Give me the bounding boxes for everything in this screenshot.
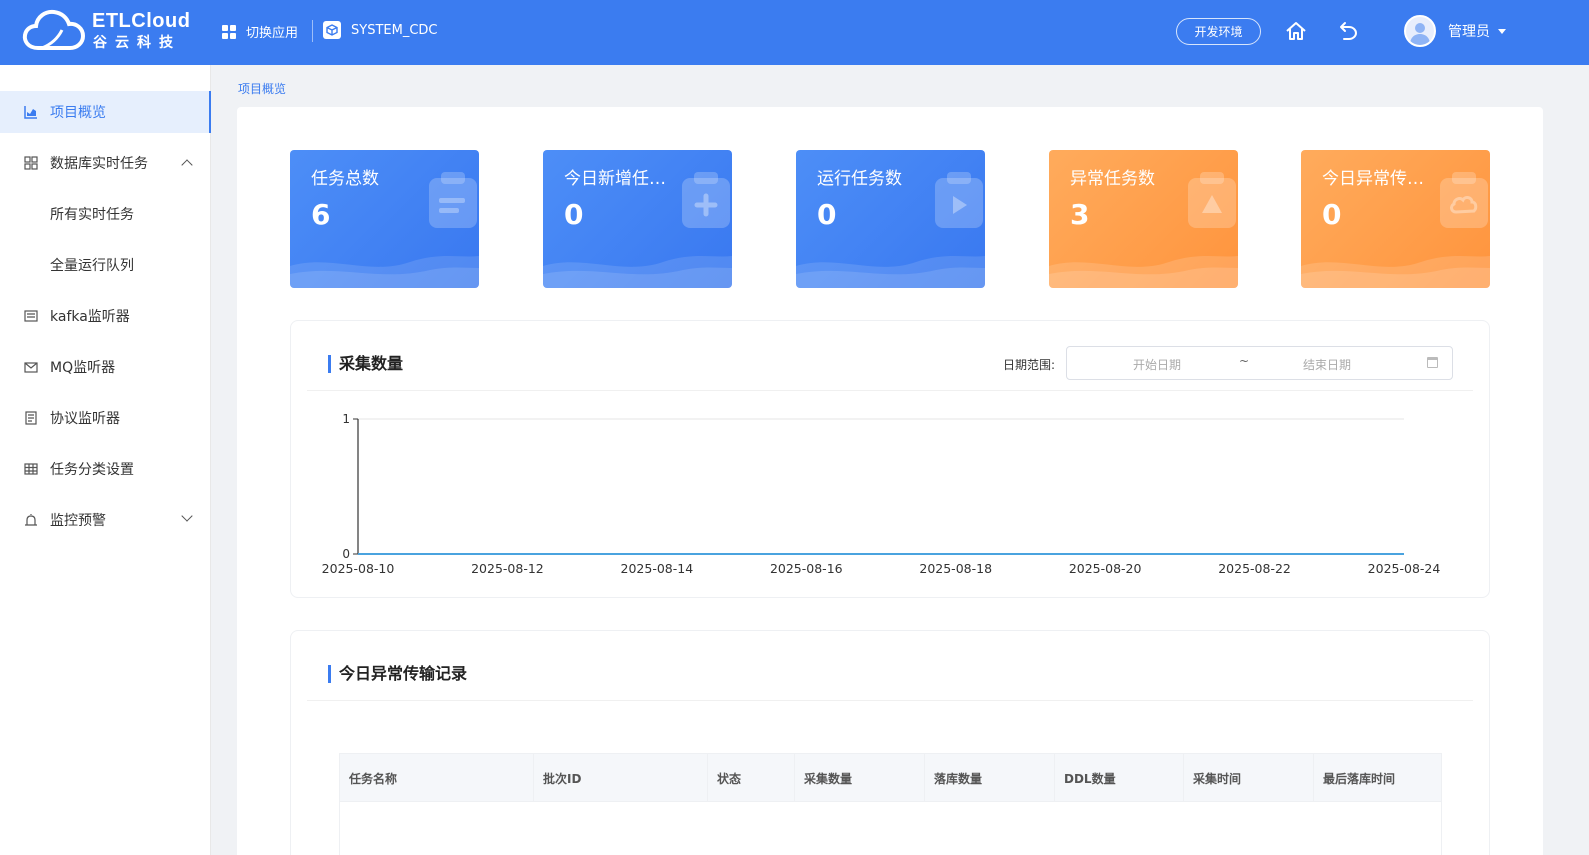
home-icon[interactable] (1285, 20, 1307, 46)
grid-icon (24, 156, 38, 170)
stat-card-total-tasks[interactable]: 任务总数 6 (290, 150, 479, 288)
sidebar-item-db-realtime[interactable]: 数据库实时任务 (0, 142, 211, 184)
cloud-logo-icon (22, 9, 86, 50)
card-value: 0 (817, 198, 837, 231)
section-divider (307, 390, 1473, 391)
sidebar-item-protocol[interactable]: 协议监听器 (0, 397, 211, 439)
top-header: ETLCloud 谷云科技 切换应用 SYSTEM_CDC 开发环境 管理员 (0, 0, 1589, 65)
doc-icon (25, 411, 37, 425)
card-wave (796, 256, 985, 288)
user-name: 管理员 (1448, 24, 1490, 40)
section-title: 今日异常传输记录 (328, 665, 467, 683)
card-title: 今日新增任… (564, 169, 666, 189)
list-icon (24, 310, 38, 322)
table-column-header: 采集数量 (795, 754, 925, 802)
chevron-up-icon (181, 159, 193, 171)
date-separator: ~ (1239, 354, 1250, 368)
clipboard-warning-icon (1188, 172, 1236, 228)
table-header: 任务名称 批次ID 状态 采集数量 落库数量 DDL数量 采集时间 最后落库时间 (340, 754, 1441, 802)
sidebar-item-task-category[interactable]: 任务分类设置 (0, 448, 211, 490)
card-value: 0 (564, 198, 584, 231)
table-column-header: 落库数量 (925, 754, 1055, 802)
sidebar-item-kafka[interactable]: kafka监听器 (0, 295, 211, 337)
end-date-input[interactable]: 结束日期 (1303, 356, 1351, 373)
sidebar-item-all-realtime[interactable]: 所有实时任务 (0, 193, 211, 235)
stat-card-running-tasks[interactable]: 运行任务数 0 (796, 150, 985, 288)
start-date-input[interactable]: 开始日期 (1133, 356, 1181, 373)
chart-icon (24, 106, 37, 119)
sidebar-item-monitor-alert[interactable]: 监控预警 (0, 499, 211, 541)
card-title: 异常任务数 (1070, 169, 1155, 189)
caret-down-icon (1498, 28, 1506, 34)
alarm-icon (25, 514, 37, 526)
sidebar-item-overview[interactable]: 项目概览 (0, 91, 211, 133)
clipboard-cloud-icon (1440, 172, 1488, 228)
card-value: 0 (1322, 198, 1342, 231)
table-column-header: 最后落库时间 (1323, 771, 1396, 786)
clipboard-plus-icon (682, 172, 730, 228)
header-divider (312, 20, 313, 42)
sidebar: 项目概览 数据库实时任务 所有实时任务 全量运行队列 kafka监听器 MQ监听… (0, 65, 211, 855)
error-records-table: 任务名称 批次ID 状态 采集数量 落库数量 DDL数量 采集时间 最后落库时间 (339, 753, 1442, 855)
clipboard-play-icon (935, 172, 983, 228)
section-divider (307, 700, 1473, 701)
card-value: 3 (1070, 198, 1090, 231)
card-title: 今日异常传… (1322, 169, 1424, 189)
logo[interactable]: ETLCloud 谷云科技 (22, 8, 192, 56)
stat-card-error-tasks[interactable]: 异常任务数 3 (1049, 150, 1238, 288)
card-wave (543, 256, 732, 288)
table-column-header: 状态 (708, 754, 795, 802)
stat-card-new-today[interactable]: 今日新增任… 0 (543, 150, 732, 288)
card-wave (1049, 256, 1238, 288)
sidebar-item-mq[interactable]: MQ监听器 (0, 346, 211, 388)
table-column-header: 批次ID (534, 754, 708, 802)
breadcrumb[interactable]: 项目概览 (238, 80, 286, 97)
card-wave (290, 256, 479, 288)
table-column-header: 采集时间 (1184, 754, 1314, 802)
card-title: 任务总数 (311, 169, 379, 189)
stat-card-error-transfer-today[interactable]: 今日异常传… 0 (1301, 150, 1490, 288)
date-range-label: 日期范围: (1003, 358, 1056, 372)
chevron-down-icon (181, 510, 193, 522)
date-range-picker[interactable]: 开始日期 ~ 结束日期 (1066, 346, 1453, 380)
card-title: 运行任务数 (817, 169, 902, 189)
switch-app-button[interactable]: 切换应用 (222, 22, 298, 41)
table-column-header: DDL数量 (1055, 754, 1184, 802)
cube-icon (323, 21, 341, 39)
switch-app-label: 切换应用 (246, 26, 299, 41)
table-icon (24, 463, 38, 475)
mail-icon (24, 362, 38, 373)
logo-subtitle: 谷云科技 (93, 35, 181, 51)
card-wave (1301, 256, 1490, 288)
undo-icon[interactable] (1337, 20, 1359, 46)
table-column-header: 任务名称 (340, 754, 534, 802)
sidebar-item-full-queue[interactable]: 全量运行队列 (0, 244, 211, 286)
section-title: 采集数量 (328, 355, 403, 373)
apps-grid-icon (222, 24, 236, 39)
avatar (1404, 15, 1436, 47)
current-app[interactable]: SYSTEM_CDC (323, 21, 437, 39)
user-menu[interactable]: 管理员 (1404, 15, 1506, 47)
logo-title: ETLCloud (92, 10, 191, 32)
clipboard-list-icon (429, 172, 477, 228)
env-button[interactable]: 开发环境 (1176, 18, 1261, 45)
card-value: 6 (311, 198, 331, 231)
current-app-label: SYSTEM_CDC (351, 22, 438, 38)
calendar-icon[interactable] (1427, 357, 1438, 368)
